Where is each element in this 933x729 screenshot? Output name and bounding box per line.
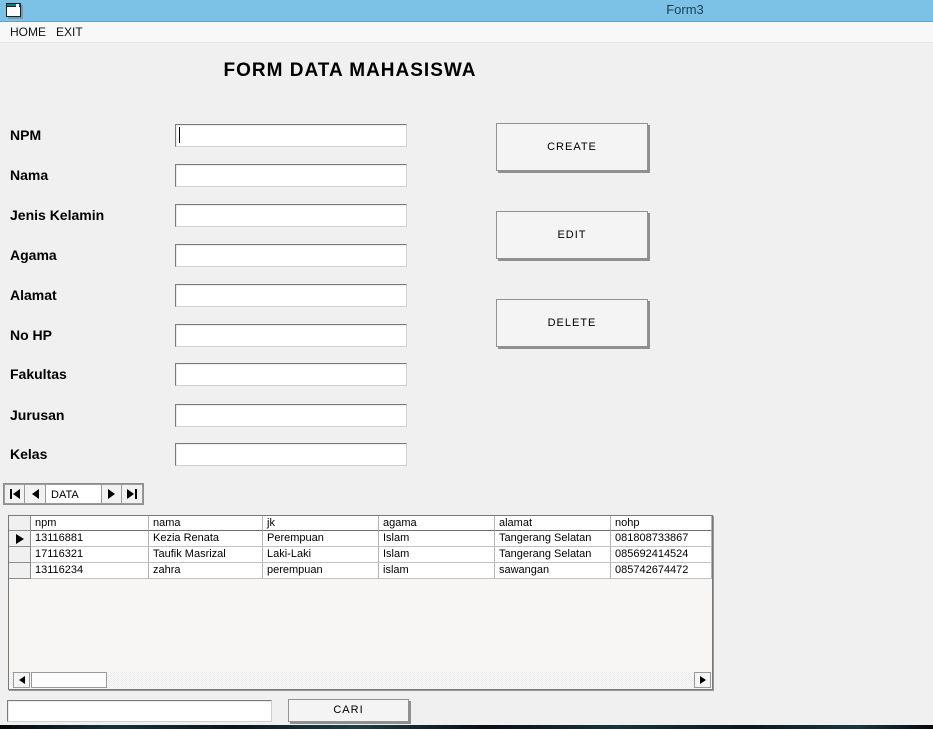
form3-window: Form3 HOME EXIT FORM DATA MAHASISWA NPM … — [0, 0, 933, 729]
previous-record-icon — [31, 489, 39, 499]
field-label-fakultas: Fakultas — [10, 366, 67, 382]
grid-header-nohp: nohp — [611, 516, 712, 531]
jenis-kelamin-input[interactable] — [175, 204, 407, 227]
jurusan-input[interactable] — [175, 404, 407, 427]
alamat-input[interactable] — [175, 284, 407, 307]
window-title: Form3 — [666, 2, 704, 17]
field-label-npm: NPM — [10, 127, 42, 143]
grid-header-agama: agama — [379, 516, 495, 531]
form-window-icon — [6, 3, 21, 17]
previous-record-button[interactable] — [25, 484, 46, 504]
next-record-button[interactable] — [101, 484, 122, 504]
icon-dot — [16, 4, 19, 7]
delete-button[interactable]: DELETE — [496, 299, 648, 347]
grid-header-npm: npm — [31, 516, 149, 531]
grid-horizontal-scrollbar[interactable] — [10, 672, 711, 688]
field-label-jurusan: Jurusan — [10, 407, 65, 423]
menubar: HOME EXIT — [0, 22, 933, 43]
page-title: FORM DATA MAHASISWA — [223, 60, 477, 81]
scroll-left-icon — [18, 676, 25, 684]
data-grid: npm nama jk agama alamat nohp 13116881 K… — [8, 515, 713, 690]
field-label-jenis-kelamin: Jenis Kelamin — [10, 207, 105, 223]
first-record-icon — [9, 489, 12, 499]
last-record-icon — [127, 489, 134, 499]
data-navigator: DATA — [3, 483, 144, 505]
first-record-button[interactable] — [4, 484, 25, 504]
grid-header-selector — [9, 516, 31, 531]
current-record-arrow-icon — [15, 533, 24, 544]
record-selector[interactable] — [9, 547, 31, 563]
search-input[interactable] — [7, 700, 272, 722]
table-row[interactable]: 13116234 zahra perempuan islam sawangan … — [9, 563, 712, 579]
menu-item-home[interactable]: HOME — [10, 25, 46, 39]
table-row[interactable]: 13116881 Kezia Renata Perempuan Islam Ta… — [9, 531, 712, 547]
nama-input[interactable] — [175, 164, 407, 187]
no-hp-input[interactable] — [175, 324, 407, 347]
scroll-left-button[interactable] — [13, 672, 30, 688]
scroll-right-icon — [699, 676, 706, 684]
record-selector[interactable] — [9, 563, 31, 579]
grid-header-nama: nama — [149, 516, 263, 531]
last-record-button[interactable] — [122, 484, 143, 504]
table-row[interactable]: 17116321 Taufik Masrizal Laki-Laki Islam… — [9, 547, 712, 563]
text-caret — [179, 127, 180, 143]
kelas-input[interactable] — [175, 443, 407, 466]
field-label-kelas: Kelas — [10, 446, 48, 462]
agama-input[interactable] — [175, 244, 407, 267]
next-record-icon — [108, 489, 115, 499]
field-label-nama: Nama — [10, 167, 49, 183]
field-label-agama: Agama — [10, 247, 57, 263]
fakultas-input[interactable] — [175, 363, 407, 386]
cari-button[interactable]: CARI — [288, 699, 409, 722]
grid-header-jk: jk — [263, 516, 379, 531]
edit-button[interactable]: EDIT — [496, 211, 648, 259]
field-label-alamat: Alamat — [10, 287, 57, 303]
data-navigator-caption: DATA — [46, 484, 101, 504]
create-button[interactable]: CREATE — [496, 123, 648, 171]
titlebar: Form3 — [0, 0, 933, 22]
npm-input[interactable] — [175, 124, 407, 147]
current-record-indicator[interactable] — [9, 531, 31, 547]
scrollbar-thumb[interactable] — [31, 672, 107, 688]
scroll-right-button[interactable] — [694, 672, 711, 688]
desktop-background-strip — [0, 725, 933, 729]
grid-header-row: npm nama jk agama alamat nohp — [9, 516, 712, 531]
menu-item-exit[interactable]: EXIT — [56, 25, 83, 39]
grid-header-alamat: alamat — [495, 516, 611, 531]
field-label-no-hp: No HP — [10, 327, 52, 343]
